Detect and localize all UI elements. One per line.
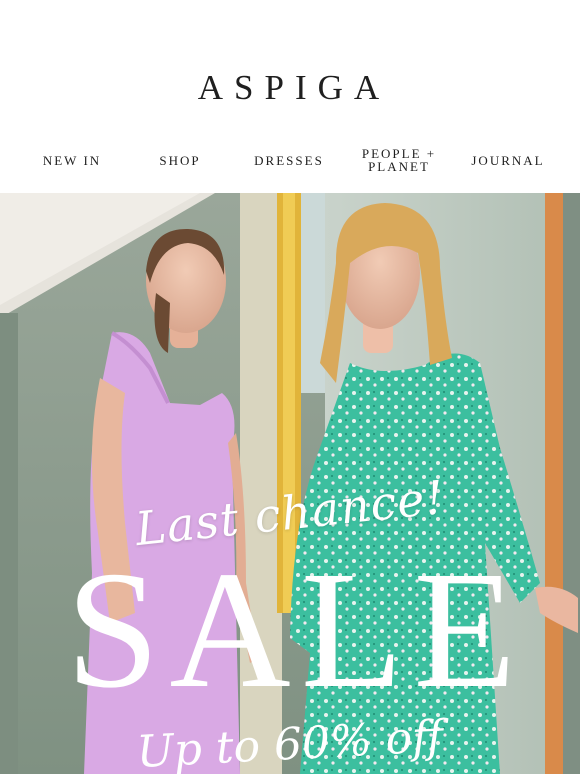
nav-item-new-in[interactable]: NEW IN <box>20 140 124 180</box>
nav-item-people-planet[interactable]: PEOPLE + PLANET <box>356 140 442 180</box>
hero-banner[interactable]: Last chance! SALE Up to 60% off <box>0 193 580 774</box>
nav-item-shop[interactable]: SHOP <box>136 140 224 180</box>
main-nav: NEW IN SHOP DRESSES PEOPLE + PLANET JOUR… <box>0 140 580 180</box>
hero-sale-heading: SALE <box>66 537 526 723</box>
nav-item-dresses[interactable]: DRESSES <box>238 140 340 180</box>
email-header: ASPIGA NEW IN SHOP DRESSES PEOPLE + PLAN… <box>0 0 580 193</box>
nav-item-journal[interactable]: JOURNAL <box>458 140 558 180</box>
brand-logo[interactable]: ASPIGA <box>0 66 580 110</box>
